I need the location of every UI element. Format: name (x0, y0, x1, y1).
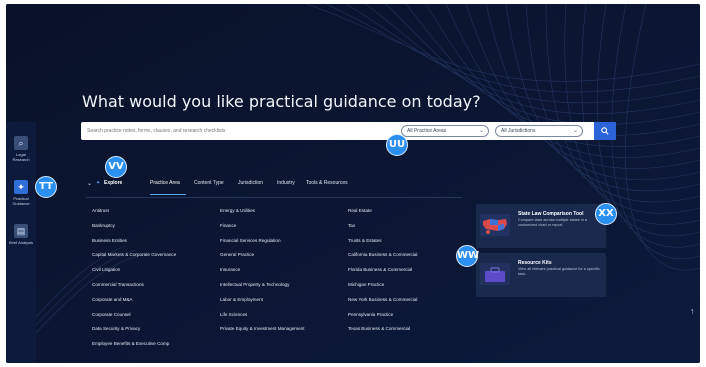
practice-area-link[interactable]: California Business & Commercial (348, 252, 417, 267)
resource-kits-card[interactable]: Resource Kits View all relevant practica… (476, 253, 606, 297)
practice-area-link[interactable]: Antitrust (92, 208, 176, 223)
practice-area-link[interactable]: Financial Services Regulation (220, 238, 305, 253)
rail-item-practical-guidance[interactable]: ✦ Practical Guidance (8, 176, 34, 216)
practice-area-link[interactable]: Commercial Transactions (92, 282, 176, 297)
chevron-down-icon: ⌄ (478, 128, 484, 134)
practice-area-select[interactable]: All Practice Areas ⌄ (401, 125, 489, 137)
practice-area-link[interactable]: Civil Litigation (92, 267, 176, 282)
legal-research-icon: ⌕ (14, 136, 28, 150)
card-description: View all relevant practical guidance for… (518, 267, 600, 276)
rail-item-brief-analysis[interactable]: ▤ Brief Analysis (8, 220, 34, 260)
practice-area-link[interactable]: Pennsylvania Practice (348, 312, 417, 327)
practice-area-link[interactable]: Michigan Practice (348, 282, 417, 297)
practice-area-link[interactable]: Insurance (220, 267, 305, 282)
practice-area-link[interactable]: Bankruptcy (92, 223, 176, 238)
tab-content-type[interactable]: Content Type (194, 180, 224, 186)
marker-ww: WW (456, 245, 479, 267)
tab-industry[interactable]: Industry (277, 180, 295, 186)
practice-area-link[interactable]: Texas Business & Commercial (348, 326, 417, 341)
search-bar: All Practice Areas ⌄ All Jurisdictions ⌄ (81, 122, 616, 140)
rail-label: Brief Analysis (8, 240, 33, 245)
practice-area-link[interactable]: Life Sciences (220, 312, 305, 327)
practice-area-select-value: All Practice Areas (407, 128, 447, 134)
practice-area-column-2: Energy & Utilities Finance Financial Ser… (220, 208, 305, 341)
search-icon (601, 127, 609, 135)
explore-icon: ✦ (96, 180, 101, 186)
tab-jurisdiction[interactable]: Jurisdiction (238, 180, 263, 186)
practice-area-link[interactable]: Energy & Utilities (220, 208, 305, 223)
left-rail: ⌕ Legal Research ✦ Practical Guidance ▤ … (6, 122, 36, 362)
briefcase-icon (480, 263, 510, 285)
jurisdiction-select[interactable]: All Jurisdictions ⌄ (495, 125, 583, 137)
search-button[interactable] (594, 122, 616, 140)
practice-area-link[interactable]: New York Business & Commercial (348, 297, 417, 312)
page-title: What would you like practical guidance o… (82, 92, 481, 111)
practice-area-link[interactable]: Real Estate (348, 208, 417, 223)
tab-practice-area[interactable]: Practice Area (150, 180, 180, 186)
practice-area-link[interactable]: Trusts & Estates (348, 238, 417, 253)
brief-analysis-icon: ▤ (14, 224, 28, 238)
rail-item-legal-research[interactable]: ⌕ Legal Research (8, 132, 34, 172)
us-map-icon (480, 214, 510, 236)
practice-area-link[interactable]: Data Security & Privacy (92, 326, 176, 341)
practice-area-link[interactable]: Labor & Employment (220, 297, 305, 312)
card-description: Compare laws across multiple states in a… (518, 218, 588, 227)
rail-label: Legal Research (12, 152, 30, 162)
chevron-down-icon: ⌄ (572, 128, 578, 134)
tabs-divider (86, 197, 462, 198)
card-title: Resource Kits (518, 260, 552, 266)
marker-vv: VV (105, 156, 127, 178)
practice-area-link[interactable]: Intellectual Property & Technology (220, 282, 305, 297)
explore-toggle[interactable]: Explore (104, 180, 122, 186)
marker-tt: TT (35, 176, 57, 198)
practice-area-link[interactable]: Corporate and M&A (92, 297, 176, 312)
practice-area-link[interactable]: Private Equity & Investment Management (220, 326, 305, 341)
practice-area-link[interactable]: Finance (220, 223, 305, 238)
practice-area-link[interactable]: Capital Markets & Corporate Governance (92, 252, 176, 267)
marker-uu: UU (386, 134, 408, 156)
jurisdiction-select-value: All Jurisdictions (501, 128, 536, 134)
tab-tools-resources[interactable]: Tools & Resources (306, 180, 348, 186)
practice-area-link[interactable]: Business Entities (92, 238, 176, 253)
practice-area-link[interactable]: Employee Benefits & Executive Comp (92, 341, 176, 356)
scroll-to-top-icon[interactable]: ↑ (690, 306, 695, 316)
card-title: State Law Comparison Tool (518, 211, 584, 217)
active-tab-indicator (150, 194, 186, 195)
marker-xx: XX (595, 203, 617, 225)
search-input[interactable] (87, 125, 387, 137)
practice-area-link[interactable]: Corporate Counsel (92, 312, 176, 327)
practice-area-link[interactable]: Tax (348, 223, 417, 238)
practice-area-link[interactable]: Florida Business & Commercial (348, 267, 417, 282)
practical-guidance-icon: ✦ (14, 180, 28, 194)
practice-area-column-3: Real Estate Tax Trusts & Estates Califor… (348, 208, 417, 341)
practice-area-link[interactable]: General Practice (220, 252, 305, 267)
rail-label: Practical Guidance (12, 196, 30, 206)
state-law-comparison-card[interactable]: State Law Comparison Tool Compare laws a… (476, 204, 606, 248)
practice-area-column-1: Antitrust Bankruptcy Business Entities C… (92, 208, 176, 356)
collapse-chevron-icon[interactable]: ⌄ (87, 180, 92, 187)
